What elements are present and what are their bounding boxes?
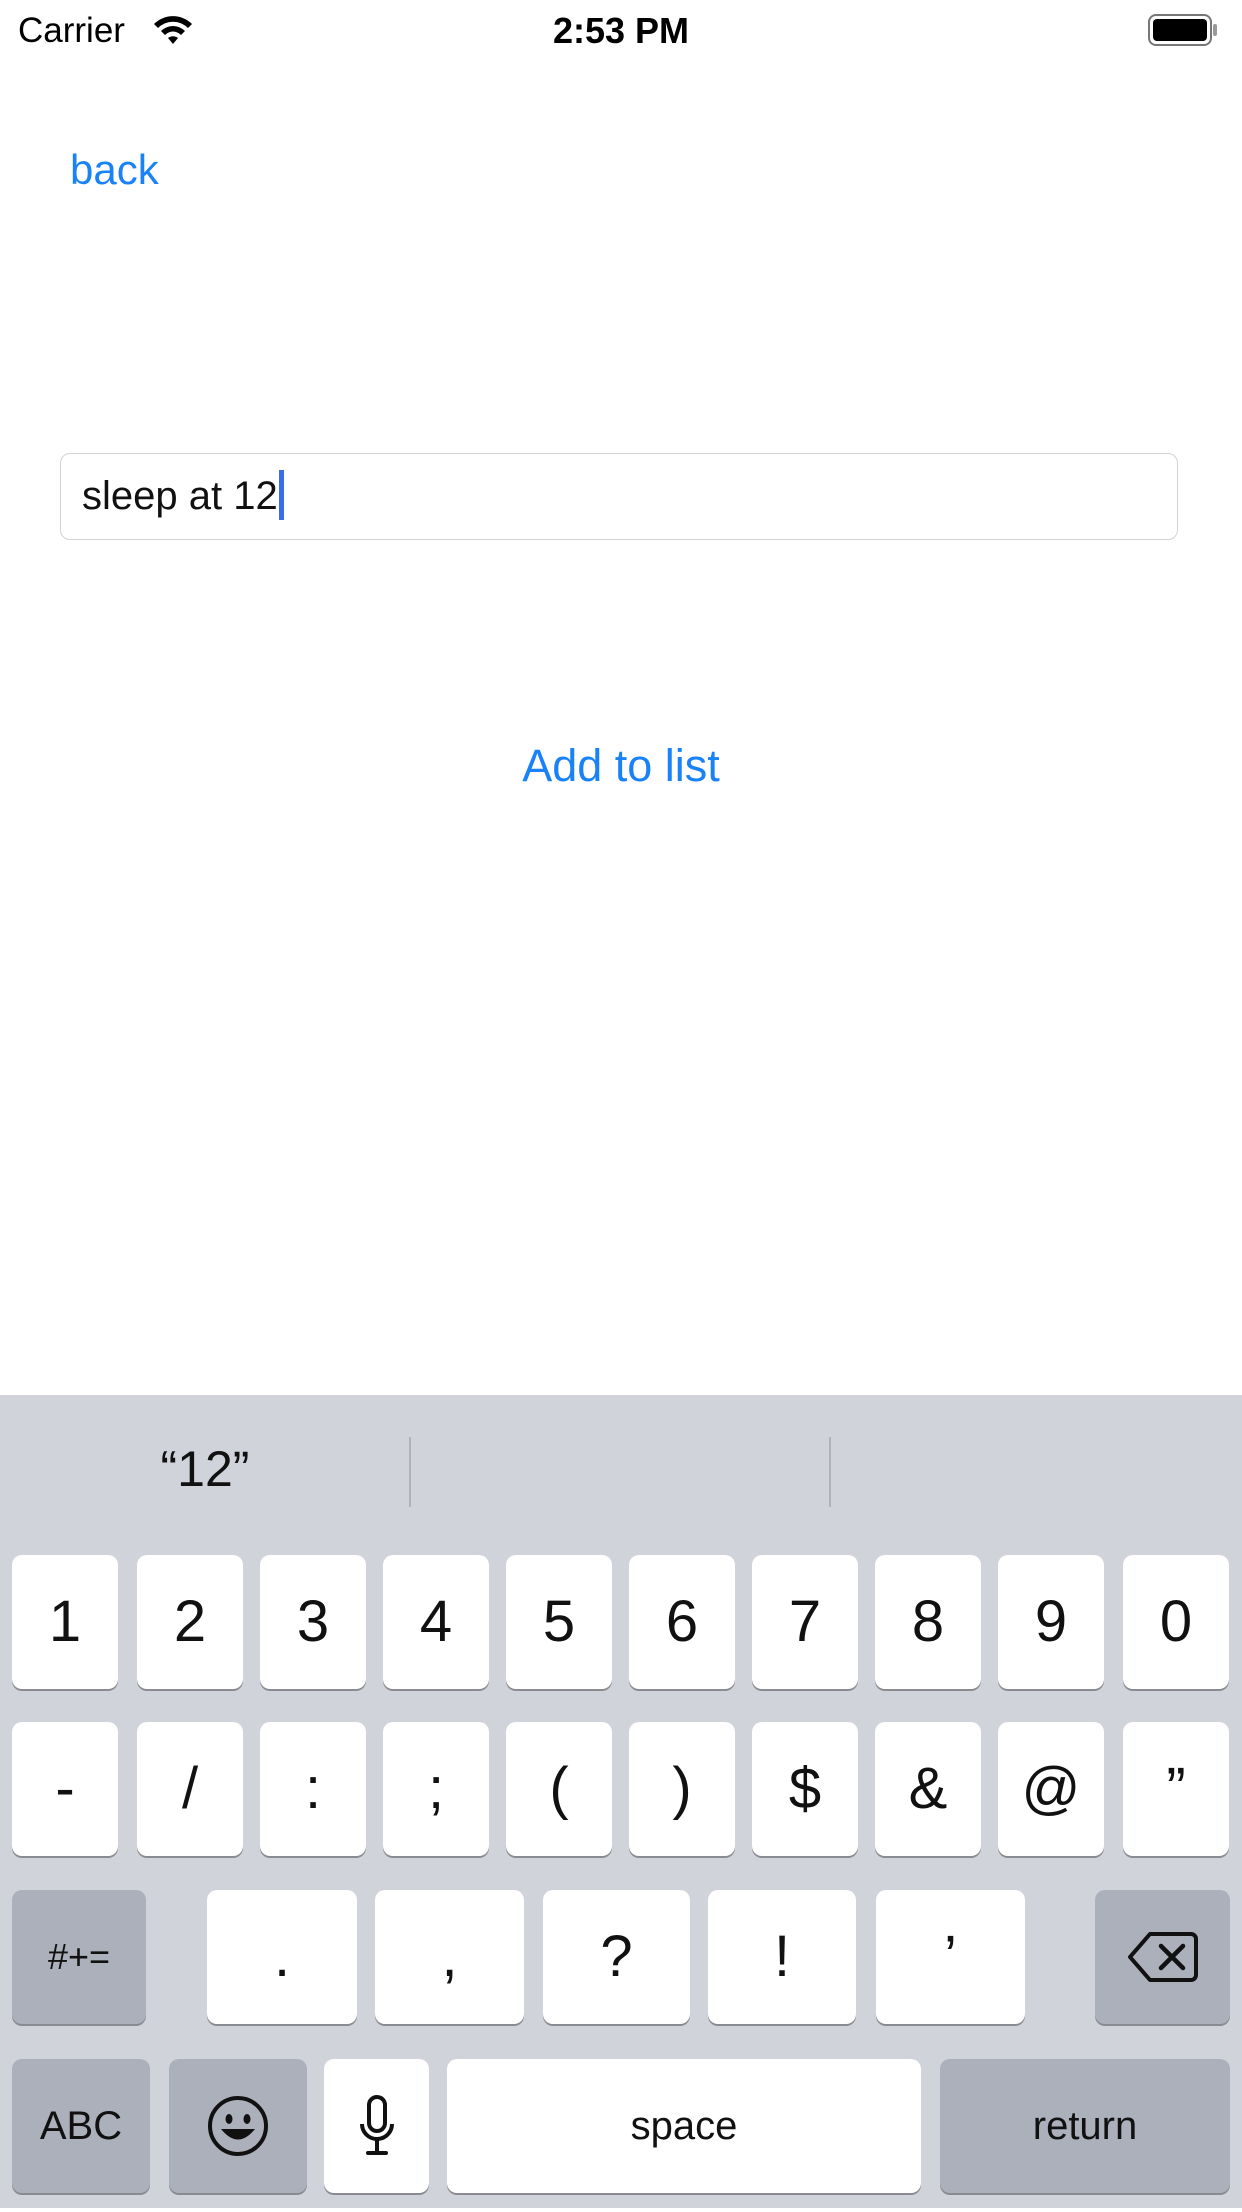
microphone-key[interactable] <box>324 2059 429 2193</box>
key-1[interactable]: 1 <box>12 1555 118 1689</box>
delete-backspace-icon <box>1127 1932 1198 1982</box>
key-label: space <box>630 2104 738 2148</box>
emoji-key[interactable] <box>169 2059 307 2193</box>
key-label: 0 <box>1159 1589 1193 1654</box>
key-label: 7 <box>788 1589 822 1654</box>
key-exclamation[interactable]: ! <box>708 1890 856 2024</box>
key-3[interactable]: 3 <box>260 1555 366 1689</box>
key-ampersand[interactable]: & <box>875 1722 981 1856</box>
suggestion-2[interactable] <box>411 1435 829 1503</box>
key-label: 5 <box>542 1589 576 1654</box>
key-label: ( <box>549 1756 569 1821</box>
suggestion-bar: “12” <box>0 1395 1242 1545</box>
key-quote[interactable]: ” <box>1123 1722 1229 1856</box>
key-0[interactable]: 0 <box>1123 1555 1229 1689</box>
key-label: . <box>273 1924 291 1989</box>
todo-text-field[interactable]: sleep at 12 <box>60 453 1178 540</box>
key-6[interactable]: 6 <box>629 1555 735 1689</box>
field-value: sleep at 12 <box>82 474 278 518</box>
key-label: ABC <box>39 2104 123 2148</box>
key-label: 8 <box>911 1589 945 1654</box>
key-label: 4 <box>419 1589 453 1654</box>
suggestion-3[interactable] <box>831 1435 1242 1503</box>
key-4[interactable]: 4 <box>383 1555 489 1689</box>
space-key[interactable]: space <box>447 2059 921 2193</box>
key-label: $ <box>788 1756 822 1821</box>
keyboard: “12” 1 2 3 4 5 6 7 8 9 0 - / : ; ( ) $ &… <box>0 1395 1242 2208</box>
key-8[interactable]: 8 <box>875 1555 981 1689</box>
key-question[interactable]: ? <box>543 1890 690 2024</box>
key-slash[interactable]: / <box>137 1722 243 1856</box>
key-comma[interactable]: , <box>375 1890 524 2024</box>
key-9[interactable]: 9 <box>998 1555 1104 1689</box>
key-label: ; <box>427 1756 445 1821</box>
key-label: return <box>1032 2104 1138 2148</box>
field-value-wrap: sleep at 12 <box>82 454 284 539</box>
key-apostrophe[interactable]: ’ <box>876 1890 1025 2024</box>
key-7[interactable]: 7 <box>752 1555 858 1689</box>
emoji-icon <box>208 2096 268 2156</box>
return-key[interactable]: return <box>940 2059 1230 2193</box>
suggestion-1[interactable]: “12” <box>0 1435 410 1503</box>
key-label: @ <box>1021 1756 1081 1821</box>
key-label: / <box>181 1756 199 1821</box>
key-label: 6 <box>665 1589 699 1654</box>
key-period[interactable]: . <box>207 1890 357 2024</box>
key-semicolon[interactable]: ; <box>383 1722 489 1856</box>
key-label: 3 <box>296 1589 330 1654</box>
key-at[interactable]: @ <box>998 1722 1104 1856</box>
key-dollar[interactable]: $ <box>752 1722 858 1856</box>
key-label: ’ <box>944 1924 957 1989</box>
key-label: - <box>55 1756 75 1821</box>
abc-key[interactable]: ABC <box>12 2059 150 2193</box>
key-label: ? <box>600 1924 633 1989</box>
symbols-toggle-key[interactable]: #+= <box>12 1890 146 2024</box>
key-label: #+= <box>47 1936 111 1977</box>
key-label: 2 <box>173 1589 207 1654</box>
key-label: : <box>304 1756 322 1821</box>
back-button[interactable]: back <box>70 142 159 198</box>
key-label: 1 <box>48 1589 82 1654</box>
key-label: ” <box>1166 1756 1186 1821</box>
key-label: , <box>441 1924 458 1989</box>
key-label: & <box>908 1756 948 1821</box>
key-label: 9 <box>1034 1589 1068 1654</box>
key-label: ) <box>672 1756 692 1821</box>
key-label: ! <box>773 1924 791 1989</box>
key-colon[interactable]: : <box>260 1722 366 1856</box>
key-hyphen[interactable]: - <box>12 1722 118 1856</box>
add-to-list-button[interactable]: Add to list <box>0 738 1242 794</box>
key-5[interactable]: 5 <box>506 1555 612 1689</box>
text-caret <box>278 470 284 521</box>
key-close-paren[interactable]: ) <box>629 1722 735 1856</box>
status-time: 2:53 PM <box>552 10 690 51</box>
battery-icon <box>1148 14 1217 46</box>
delete-key[interactable] <box>1095 1890 1230 2024</box>
key-open-paren[interactable]: ( <box>506 1722 612 1856</box>
key-2[interactable]: 2 <box>137 1555 243 1689</box>
microphone-icon <box>359 2095 394 2155</box>
